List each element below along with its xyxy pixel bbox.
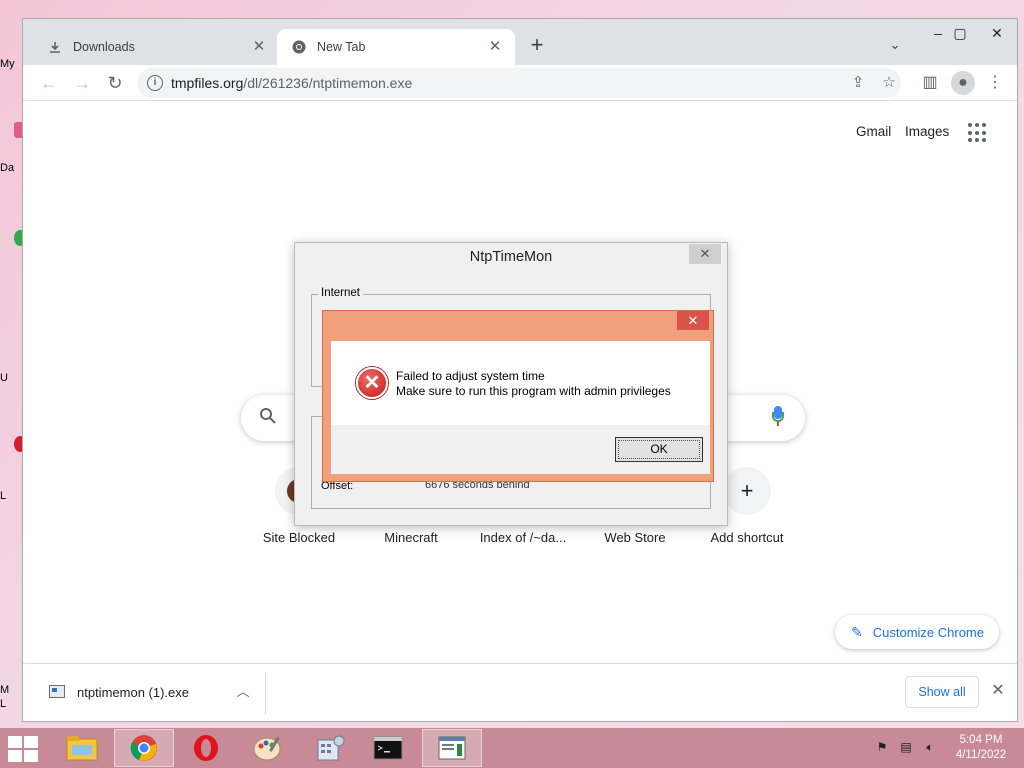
gmail-link[interactable]: Gmail	[856, 124, 891, 139]
chevron-up-icon[interactable]: ︿	[233, 681, 253, 701]
tab-close-icon[interactable]: ✕	[487, 39, 503, 55]
error-line-1: Failed to adjust system time	[396, 369, 545, 383]
exe-file-icon	[49, 685, 65, 698]
chrome-icon	[291, 39, 307, 55]
desktop-icon-unknown[interactable]: L	[0, 490, 22, 502]
back-button[interactable]: ←	[35, 69, 63, 97]
error-message: Failed to adjust system time Make sure t…	[396, 369, 671, 399]
window-title: NtpTimeMon	[469, 249, 553, 265]
close-window-button[interactable]: ✕	[977, 19, 1017, 47]
url-path: /dl/261236/ntptimemon.exe	[243, 75, 413, 91]
desktop-icon-unknown[interactable]: U	[0, 372, 22, 384]
download-shelf: ntptimemon (1).exe ︿ Show all ✕	[23, 663, 1017, 721]
close-download-shelf-icon[interactable]: ✕	[987, 680, 1009, 702]
site-info-icon[interactable]: i	[147, 75, 163, 91]
network-icon[interactable]: ▤	[898, 740, 914, 756]
tab-new-tab[interactable]: New Tab ✕	[277, 29, 515, 65]
dialog-body: ✕ Failed to adjust system time Make sure…	[331, 341, 710, 474]
show-all-button[interactable]: Show all	[905, 676, 979, 708]
desktop-label: My	[0, 58, 15, 70]
tab-strip: Downloads ✕ New Tab ✕ + ⌄ – ▢ ✕	[23, 19, 1017, 65]
images-link[interactable]: Images	[905, 124, 949, 139]
calculator-settings-icon[interactable]	[300, 729, 360, 767]
tab-search-chevron-icon[interactable]: ⌄	[885, 37, 905, 57]
windows-start-icon[interactable]	[8, 736, 40, 762]
bookmark-star-icon[interactable]: ☆	[879, 73, 899, 93]
voice-search-mic-icon[interactable]	[771, 406, 785, 428]
tab-title: New Tab	[317, 40, 366, 54]
clock-date: 4/11/2022	[955, 749, 1007, 761]
ok-button[interactable]: OK	[615, 437, 703, 462]
shortcut-label: Add shortcut	[710, 530, 784, 545]
error-icon: ✕	[356, 367, 388, 399]
new-tab-button[interactable]: +	[525, 34, 549, 58]
download-icon	[47, 39, 63, 55]
desktop-icon-unknown[interactable]: M	[0, 684, 22, 696]
paint-icon[interactable]	[238, 729, 298, 767]
message-area: ✕ Failed to adjust system time Make sure…	[331, 341, 710, 425]
close-button[interactable]: ✕	[689, 244, 721, 264]
reload-button[interactable]: ↻	[101, 69, 129, 97]
google-apps-icon[interactable]	[968, 123, 988, 143]
opera-icon[interactable]	[176, 729, 236, 767]
system-clock[interactable]: 5:04 PM 4/11/2022	[946, 733, 1016, 763]
file-explorer-icon[interactable]	[52, 729, 112, 767]
shortcut-label: Site Blocked	[262, 530, 336, 545]
action-center-flag-icon[interactable]: ⚑	[874, 740, 890, 756]
side-panel-icon[interactable]: ▥	[918, 71, 942, 95]
taskbar: ⚑ ▤ 🔈︎ 5:04 PM 4/11/2022	[0, 728, 1024, 768]
plus-icon: +	[723, 467, 771, 515]
profile-avatar-icon[interactable]: ●	[951, 71, 975, 95]
volume-muted-icon[interactable]: 🔈︎	[922, 740, 938, 756]
command-prompt-icon[interactable]	[358, 729, 418, 767]
customize-label: Customize Chrome	[872, 624, 984, 640]
desktop-label: L	[0, 490, 7, 502]
address-bar[interactable]: i tmpfiles.org/dl/261236/ntptimemon.exe …	[137, 68, 901, 98]
chrome-taskbar-icon[interactable]	[114, 729, 174, 767]
desktop-icon-my-computer[interactable]: My	[0, 58, 22, 70]
tab-title: Downloads	[73, 40, 135, 54]
desktop-label: M	[0, 684, 10, 696]
url-host: tmpfiles.org	[171, 75, 244, 91]
divider	[265, 672, 266, 714]
maximize-button[interactable]: ▢	[943, 19, 977, 47]
shortcut-label: Index of /~da...	[479, 530, 567, 545]
desktop-label: Da	[0, 162, 15, 174]
pencil-icon: ✎	[851, 623, 863, 640]
clock-time: 5:04 PM	[959, 734, 1003, 746]
group-label: Internet	[318, 287, 363, 299]
search-icon	[259, 407, 279, 427]
browser-toolbar: ← → ↻ i tmpfiles.org/dl/261236/ntptimemo…	[23, 65, 1017, 101]
tab-downloads[interactable]: Downloads ✕	[33, 29, 279, 65]
ntptimemon-taskbar-icon[interactable]	[422, 729, 482, 767]
tab-close-icon[interactable]: ✕	[251, 39, 267, 55]
close-button[interactable]: ✕	[677, 311, 709, 330]
desktop-label: U	[0, 372, 8, 384]
download-item-name[interactable]: ntptimemon (1).exe	[77, 685, 189, 700]
url-text: tmpfiles.org/dl/261236/ntptimemon.exe	[171, 75, 412, 91]
forward-button[interactable]: →	[68, 69, 96, 97]
customize-chrome-button[interactable]: ✎ Customize Chrome	[835, 615, 999, 649]
error-line-2: Make sure to run this program with admin…	[396, 384, 671, 398]
shortcut-label: Minecraft	[384, 530, 438, 545]
menu-kebab-icon[interactable]: ⋮	[983, 71, 1007, 95]
error-dialog: ✕ ✕ Failed to adjust system time Make su…	[322, 310, 714, 482]
desktop-icon-data[interactable]: Da	[0, 162, 22, 174]
desktop-label: L	[0, 698, 7, 710]
desktop-icon-unknown[interactable]: L	[0, 698, 22, 710]
shortcut-label: Web Store	[604, 530, 666, 545]
share-icon[interactable]: ⇪	[848, 73, 868, 93]
